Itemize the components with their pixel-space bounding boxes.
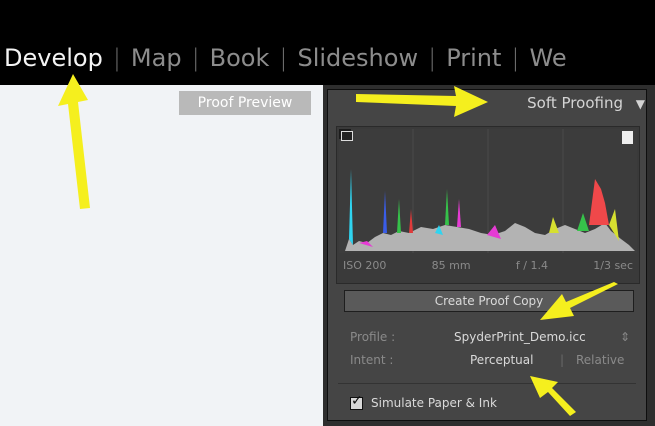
module-slideshow[interactable]: Slideshow: [287, 44, 428, 72]
module-picker: Develop | Map | Book | Slideshow | Print…: [0, 40, 577, 76]
soft-proofing-header[interactable]: Soft Proofing ▼: [480, 92, 651, 114]
histogram[interactable]: ISO 200 85 mm f / 1.4 1/3 sec: [336, 126, 640, 284]
image-canvas[interactable]: [0, 85, 323, 426]
module-print[interactable]: Print: [436, 44, 511, 72]
profile-select[interactable]: SpyderPrint_Demo.icc: [454, 330, 586, 344]
monitor-icon[interactable]: [341, 131, 353, 141]
annotation-arrow-intent: [530, 376, 576, 416]
annotation-arrow-profile: [540, 282, 618, 320]
aperture-value: f / 1.4: [515, 259, 548, 272]
checkbox-icon[interactable]: ✓: [350, 393, 363, 410]
exif-info: ISO 200 85 mm f / 1.4 1/3 sec: [343, 259, 633, 272]
intent-row: Intent : Perceptual | Relative: [350, 353, 636, 367]
histogram-graph: [339, 129, 637, 253]
intent-perceptual-button[interactable]: Perceptual: [470, 353, 533, 367]
stepper-arrows-icon[interactable]: ⇕: [620, 330, 630, 344]
focal-length-value: 85 mm: [431, 259, 471, 272]
proof-preview-label: Proof Preview: [179, 91, 311, 115]
annotation-arrow-soft-proofing: [356, 86, 488, 117]
module-web[interactable]: We: [520, 44, 577, 72]
intent-separator: |: [560, 353, 565, 367]
iso-value: ISO 200: [343, 259, 387, 272]
panel-divider: [338, 383, 636, 384]
soft-proofing-title: Soft Proofing: [527, 94, 623, 112]
module-develop[interactable]: Develop: [0, 44, 113, 72]
module-book[interactable]: Book: [200, 44, 280, 72]
simulate-paper-ink-row[interactable]: ✓ Simulate Paper & Ink: [350, 393, 497, 410]
module-separator: |: [279, 44, 288, 72]
module-separator: |: [511, 44, 520, 72]
module-separator: |: [112, 44, 121, 72]
annotation-arrow-develop: [58, 74, 90, 209]
document-icon[interactable]: [622, 131, 633, 144]
intent-relative-button[interactable]: Relative: [576, 353, 624, 367]
profile-row: Profile : SpyderPrint_Demo.icc ⇕: [350, 330, 636, 344]
triangle-down-icon[interactable]: ▼: [636, 97, 645, 111]
intent-label: Intent :: [350, 353, 394, 367]
simulate-paper-ink-label: Simulate Paper & Ink: [371, 396, 497, 410]
profile-label: Profile :: [350, 330, 396, 344]
module-map[interactable]: Map: [121, 44, 192, 72]
shutter-value: 1/3 sec: [593, 259, 633, 272]
module-separator: |: [428, 44, 437, 72]
module-separator: |: [191, 44, 200, 72]
